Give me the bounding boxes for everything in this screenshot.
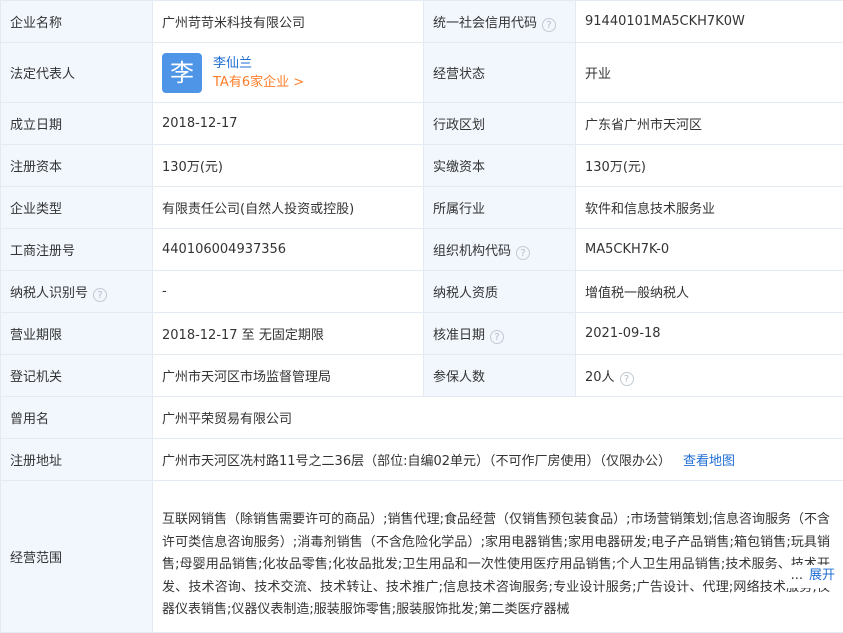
legal-rep-cell: 李 李仙兰 TA有6家企业 >	[153, 43, 424, 103]
credit-code-label: 统一社会信用代码	[433, 16, 537, 31]
scope-value: 互联网销售（除销售需要许可的商品）;销售代理;食品经营（仅销售预包装食品）;市场…	[162, 509, 842, 621]
reg-number-label: 工商注册号	[1, 229, 153, 271]
reg-authority-label: 登记机关	[1, 355, 153, 397]
taxpayer-qual-value: 增值税一般纳税人	[576, 271, 843, 313]
legal-rep-text: 李仙兰 TA有6家企业 >	[213, 54, 304, 92]
row-scope: 经营范围 互联网销售（除销售需要许可的商品）;销售代理;食品经营（仅销售预包装食…	[1, 481, 843, 633]
legal-rep-label: 法定代表人	[1, 43, 153, 103]
former-name-label: 曾用名	[1, 397, 153, 439]
help-icon[interactable]: ?	[620, 372, 634, 386]
former-name-value: 广州平荣贸易有限公司	[153, 397, 843, 439]
taxpayer-id-value: -	[153, 271, 424, 313]
row-company-name: 企业名称 广州苛苛米科技有限公司 统一社会信用代码? 91440101MA5CK…	[1, 1, 843, 43]
admin-region-value: 广东省广州市天河区	[576, 103, 843, 145]
address-cell: 广州市天河区冼村路11号之二36层（部位:自编02单元）（不可作厂房使用）（仅限…	[153, 439, 843, 481]
org-code-label-cell: 组织机构代码?	[424, 229, 576, 271]
business-status-value: 开业	[576, 43, 843, 103]
established-date-value: 2018-12-17	[153, 103, 424, 145]
taxpayer-qual-label: 纳税人资质	[424, 271, 576, 313]
registered-capital-value: 130万(元)	[153, 145, 424, 187]
company-info-table: 企业名称 广州苛苛米科技有限公司 统一社会信用代码? 91440101MA5CK…	[0, 0, 843, 633]
company-type-value: 有限责任公司(自然人投资或控股)	[153, 187, 424, 229]
row-authority: 登记机关 广州市天河区市场监督管理局 参保人数 20人?	[1, 355, 843, 397]
taxpayer-id-label-cell: 纳税人识别号?	[1, 271, 153, 313]
row-reg-number: 工商注册号 440106004937356 组织机构代码? MA5CKH7K-0	[1, 229, 843, 271]
paid-capital-label: 实缴资本	[424, 145, 576, 187]
org-code-label: 组织机构代码	[433, 244, 511, 259]
row-capital: 注册资本 130万(元) 实缴资本 130万(元)	[1, 145, 843, 187]
industry-value: 软件和信息技术服务业	[576, 187, 843, 229]
help-icon[interactable]: ?	[490, 330, 504, 344]
row-address: 注册地址 广州市天河区冼村路11号之二36层（部位:自编02单元）（不可作厂房使…	[1, 439, 843, 481]
scope-cell: 互联网销售（除销售需要许可的商品）;销售代理;食品经营（仅销售预包装食品）;市场…	[153, 481, 843, 633]
reg-number-value: 440106004937356	[153, 229, 424, 271]
row-term: 营业期限 2018-12-17 至 无固定期限 核准日期? 2021-09-18	[1, 313, 843, 355]
legal-rep-block: 李 李仙兰 TA有6家企业 >	[162, 53, 423, 93]
credit-code-value: 91440101MA5CKH7K0W	[576, 1, 843, 43]
legal-rep-name-link[interactable]: 李仙兰	[213, 54, 304, 73]
help-icon[interactable]: ?	[516, 246, 530, 260]
admin-region-label: 行政区划	[424, 103, 576, 145]
business-term-label: 营业期限	[1, 313, 153, 355]
view-map-link[interactable]: 查看地图	[683, 454, 735, 469]
insured-count-value: 20人	[585, 370, 615, 385]
company-name-label: 企业名称	[1, 1, 153, 43]
address-label: 注册地址	[1, 439, 153, 481]
reg-authority-value: 广州市天河区市场监督管理局	[153, 355, 424, 397]
insured-count-label: 参保人数	[424, 355, 576, 397]
row-established: 成立日期 2018-12-17 行政区划 广东省广州市天河区	[1, 103, 843, 145]
company-type-label: 企业类型	[1, 187, 153, 229]
avatar[interactable]: 李	[162, 53, 202, 93]
credit-code-label-cell: 统一社会信用代码?	[424, 1, 576, 43]
approval-date-label: 核准日期	[433, 328, 485, 343]
scope-expand-group: ... 展开	[785, 565, 835, 588]
paid-capital-value: 130万(元)	[576, 145, 843, 187]
row-former-name: 曾用名 广州平荣贸易有限公司	[1, 397, 843, 439]
org-code-value: MA5CKH7K-0	[576, 229, 843, 271]
help-icon[interactable]: ?	[542, 18, 556, 32]
business-term-value: 2018-12-17 至 无固定期限	[153, 313, 424, 355]
established-date-label: 成立日期	[1, 103, 153, 145]
taxpayer-id-label: 纳税人识别号	[10, 286, 88, 301]
scope-ellipsis: ...	[791, 568, 803, 583]
industry-label: 所属行业	[424, 187, 576, 229]
registered-capital-label: 注册资本	[1, 145, 153, 187]
approval-date-label-cell: 核准日期?	[424, 313, 576, 355]
row-type: 企业类型 有限责任公司(自然人投资或控股) 所属行业 软件和信息技术服务业	[1, 187, 843, 229]
row-taxpayer: 纳税人识别号? - 纳税人资质 增值税一般纳税人	[1, 271, 843, 313]
help-icon[interactable]: ?	[93, 288, 107, 302]
business-status-label: 经营状态	[424, 43, 576, 103]
row-legal-rep: 法定代表人 李 李仙兰 TA有6家企业 > 经营状态 开业	[1, 43, 843, 103]
expand-link[interactable]: 展开	[809, 568, 835, 583]
address-value: 广州市天河区冼村路11号之二36层（部位:自编02单元）（不可作厂房使用）（仅限…	[162, 454, 671, 469]
scope-label: 经营范围	[1, 481, 153, 633]
approval-date-value: 2021-09-18	[576, 313, 843, 355]
legal-rep-companies-link[interactable]: TA有6家企业 >	[213, 73, 304, 92]
insured-count-cell: 20人?	[576, 355, 843, 397]
company-name-value: 广州苛苛米科技有限公司	[153, 1, 424, 43]
